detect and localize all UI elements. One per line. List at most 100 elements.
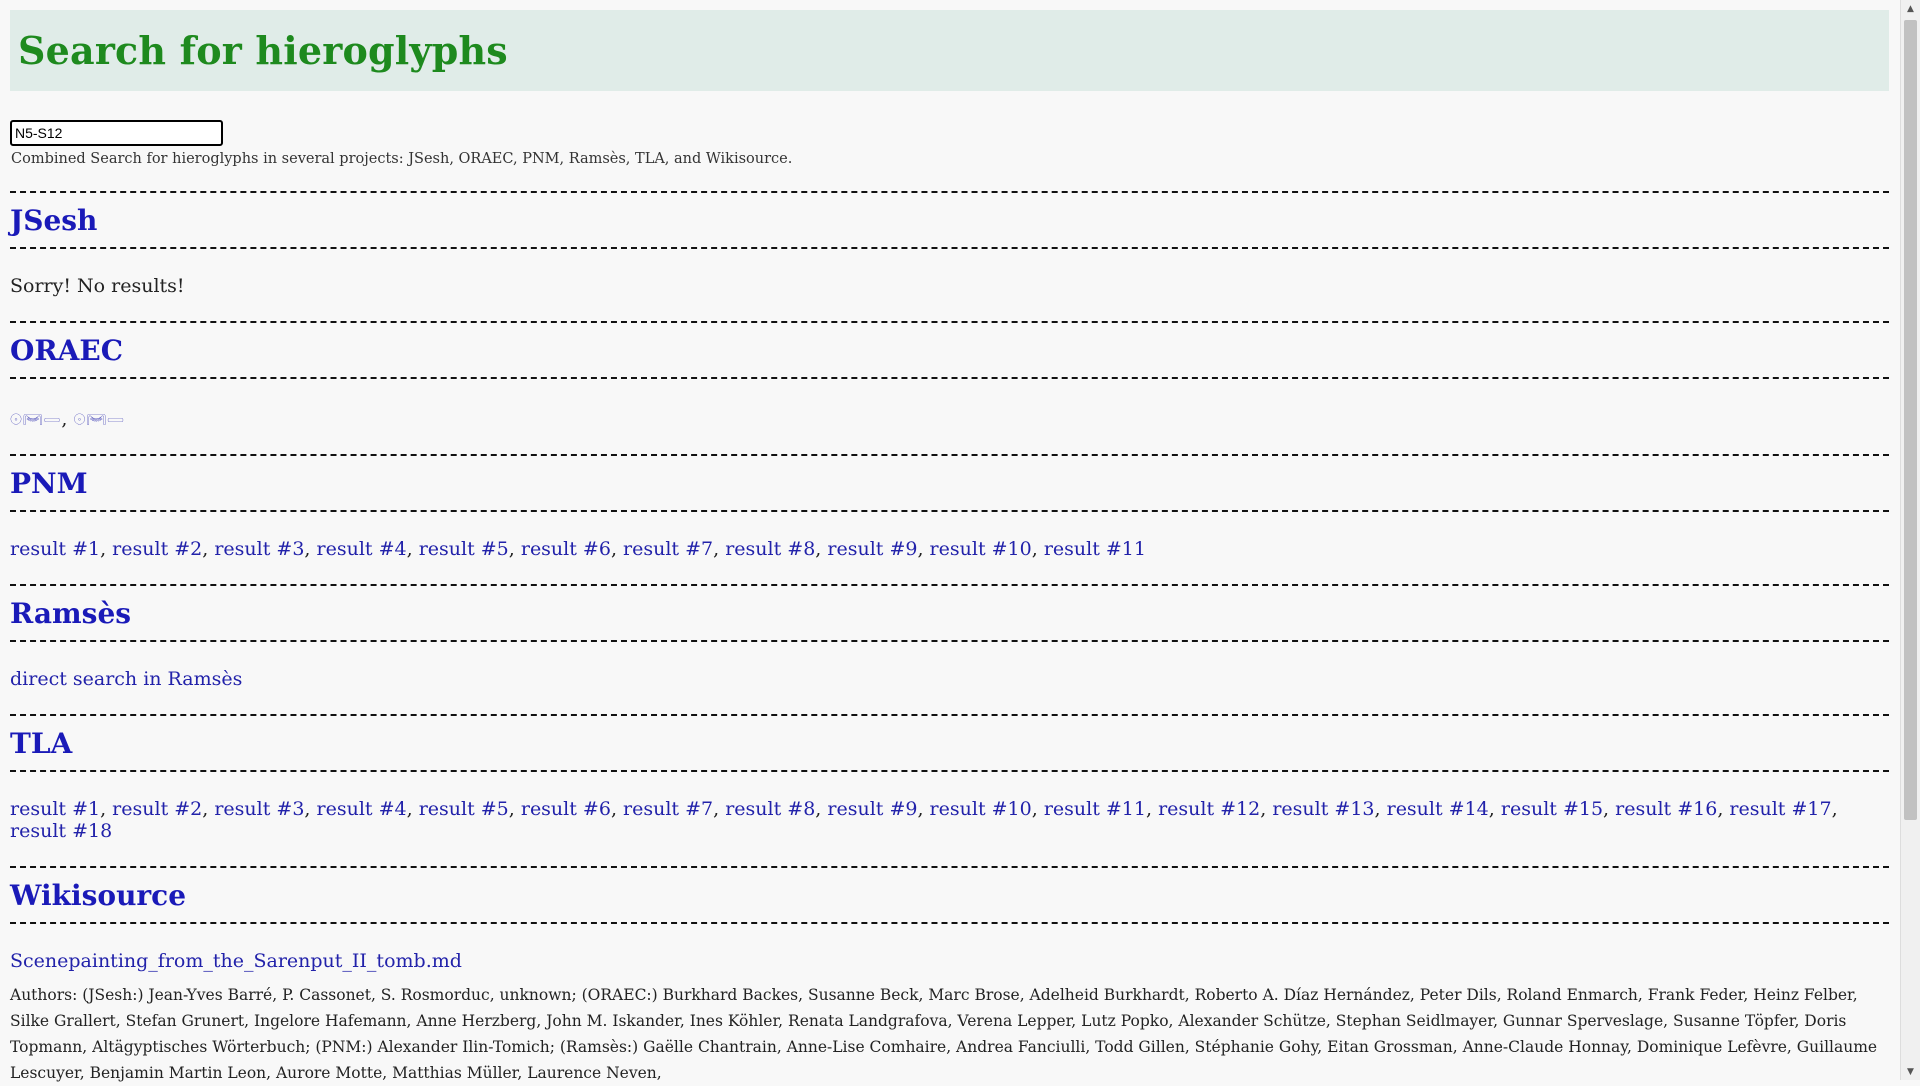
result-link[interactable]: result #10 — [930, 798, 1032, 820]
section-pnm: PNM result #1, result #2, result #3, res… — [10, 454, 1889, 560]
page: Search for hieroglyphs Combined Search f… — [10, 10, 1889, 1086]
result-link[interactable]: result #6 — [521, 798, 611, 820]
result-link[interactable]: result #8 — [725, 538, 815, 560]
separator: , — [1488, 798, 1501, 820]
separator: , — [1374, 798, 1387, 820]
separator: , — [1031, 538, 1044, 560]
result-link[interactable]: result #2 — [112, 538, 202, 560]
authors-credits: Authors: (JSesh:) Jean-Yves Barré, P. Ca… — [10, 986, 1878, 1082]
separator: , — [406, 798, 419, 820]
result-link[interactable]: result #15 — [1501, 798, 1603, 820]
separator: , — [917, 798, 930, 820]
result-link[interactable]: result #17 — [1729, 798, 1831, 820]
search-description: Combined Search for hieroglyphs in sever… — [11, 151, 793, 167]
separator: , — [202, 798, 215, 820]
divider — [10, 866, 1889, 868]
no-results-message: Sorry! No results! — [10, 275, 185, 297]
oraec-results: 𓇳𓋞𓏔, 𓇳𓋞𓏔 — [10, 408, 125, 430]
section-heading-jsesh[interactable]: JSesh — [10, 204, 1889, 237]
separator: , — [202, 538, 215, 560]
separator: , — [100, 798, 113, 820]
separator: , — [610, 798, 624, 820]
scroll-up-arrow-icon[interactable]: ▲ — [1901, 0, 1920, 17]
divider — [10, 770, 1889, 772]
section-heading-oraec[interactable]: ORAEC — [10, 334, 1889, 367]
result-link[interactable]: result #5 — [419, 538, 509, 560]
separator: , — [1831, 798, 1838, 820]
separator: , — [713, 798, 726, 820]
divider — [10, 584, 1889, 586]
search-input[interactable] — [10, 120, 223, 146]
section-jsesh: JSesh Sorry! No results! — [10, 191, 1889, 297]
page-title: Search for hieroglyphs — [18, 28, 508, 73]
result-link[interactable]: result #4 — [317, 798, 407, 820]
separator: , — [1031, 798, 1044, 820]
oraec-glyph-result-link[interactable]: 𓇳𓋞𓏔 — [10, 411, 61, 429]
section-heading-wikisource[interactable]: Wikisource — [10, 879, 1889, 912]
page-header: Search for hieroglyphs — [10, 10, 1889, 91]
divider — [10, 191, 1889, 193]
result-link[interactable]: result #1 — [10, 538, 100, 560]
result-link[interactable]: result #7 — [623, 538, 713, 560]
scrollbar-thumb[interactable] — [1904, 20, 1917, 820]
separator: , — [917, 538, 930, 560]
section-heading-tla[interactable]: TLA — [10, 727, 1889, 760]
section-tla: TLA result #1, result #2, result #3, res… — [10, 714, 1889, 842]
result-link[interactable]: result #8 — [725, 798, 815, 820]
separator: , — [1145, 798, 1159, 820]
separator: , — [508, 538, 521, 560]
result-link[interactable]: result #10 — [930, 538, 1032, 560]
wikisource-result-link[interactable]: Scenepainting_from_the_Sarenput_II_tomb.… — [10, 950, 462, 972]
vertical-scrollbar[interactable]: ▲ ▼ — [1900, 0, 1920, 1080]
ramses-results: direct search in Ramsès — [10, 668, 1889, 690]
section-heading-pnm[interactable]: PNM — [10, 467, 1889, 500]
tla-results: result #1, result #2, result #3, result … — [10, 798, 1889, 842]
result-link[interactable]: result #9 — [827, 538, 917, 560]
scroll-down-arrow-icon[interactable]: ▼ — [1901, 1063, 1920, 1080]
separator: , — [508, 798, 521, 820]
divider — [10, 640, 1889, 642]
result-link[interactable]: result #14 — [1387, 798, 1489, 820]
section-wikisource: Wikisource Scenepainting_from_the_Sarenp… — [10, 866, 1889, 1086]
result-link[interactable]: result #1 — [10, 798, 100, 820]
separator: , — [1603, 798, 1616, 820]
separator: , — [815, 798, 828, 820]
section-oraec: ORAEC 𓇳𓋞𓏔, 𓇳𓋞𓏔 — [10, 321, 1889, 430]
divider — [10, 510, 1889, 512]
separator: , — [1717, 798, 1730, 820]
section-heading-ramses[interactable]: Ramsès — [10, 597, 1889, 630]
result-link[interactable]: result #4 — [317, 538, 407, 560]
result-link[interactable]: result #2 — [112, 798, 202, 820]
result-link[interactable]: result #13 — [1272, 798, 1374, 820]
result-link[interactable]: result #6 — [521, 538, 611, 560]
divider — [10, 377, 1889, 379]
divider — [10, 454, 1889, 456]
result-link[interactable]: result #11 — [1044, 798, 1146, 820]
separator: , — [304, 538, 317, 560]
result-link[interactable]: result #18 — [10, 820, 112, 842]
separator: , — [406, 538, 419, 560]
separator: , — [304, 798, 317, 820]
divider — [10, 321, 1889, 323]
oraec-glyph-result-link[interactable]: 𓇳𓋞𓏔 — [73, 411, 124, 429]
result-link[interactable]: result #12 — [1158, 798, 1260, 820]
result-link[interactable]: result #9 — [827, 798, 917, 820]
result-link[interactable]: result #11 — [1044, 538, 1146, 560]
separator: , — [815, 538, 828, 560]
divider — [10, 714, 1889, 716]
pnm-results: result #1, result #2, result #3, result … — [10, 538, 1889, 560]
separator: , — [610, 538, 624, 560]
result-link[interactable]: result #16 — [1615, 798, 1717, 820]
wikisource-results: Scenepainting_from_the_Sarenput_II_tomb.… — [10, 950, 1889, 972]
result-link[interactable]: result #5 — [419, 798, 509, 820]
ramses-direct-search-link[interactable]: direct search in Ramsès — [10, 668, 242, 690]
separator: , — [100, 538, 113, 560]
separator: , — [1260, 798, 1273, 820]
result-link[interactable]: result #3 — [214, 798, 304, 820]
divider — [10, 247, 1889, 249]
result-link[interactable]: result #3 — [214, 538, 304, 560]
separator: , — [713, 538, 726, 560]
section-ramses: Ramsès direct search in Ramsès — [10, 584, 1889, 690]
result-link[interactable]: result #7 — [623, 798, 713, 820]
divider — [10, 922, 1889, 924]
